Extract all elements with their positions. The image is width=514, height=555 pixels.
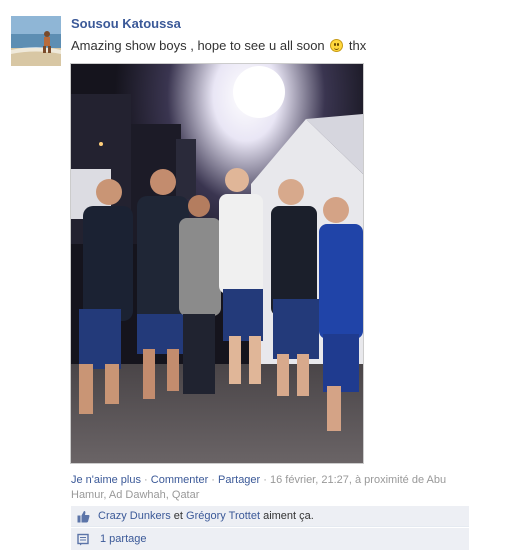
share-link[interactable]: Partager <box>218 474 260 486</box>
post-author-name[interactable]: Sousou Katoussa <box>71 16 181 31</box>
liker-link[interactable]: Crazy Dunkers <box>98 510 171 522</box>
shares-count-link[interactable]: 1 partage <box>100 528 146 550</box>
post-photo[interactable] <box>70 63 364 464</box>
likes-text: Crazy Dunkers et Grégory Trottet aiment … <box>98 506 314 526</box>
author-avatar[interactable] <box>11 16 61 66</box>
post-actions-line: Je n'aime plus · Commenter · Partager · … <box>71 473 466 503</box>
group-photo-image <box>71 64 363 463</box>
thumbs-up-icon <box>77 510 90 523</box>
comment-link[interactable]: Commenter <box>151 474 208 486</box>
separator: · <box>208 474 219 486</box>
liker-link[interactable]: Grégory Trottet <box>186 510 260 522</box>
avatar-image <box>11 16 61 66</box>
post-message-text: Amazing show boys , hope to see u all so… <box>71 38 325 53</box>
likes-summary: Crazy Dunkers et Grégory Trottet aiment … <box>71 506 469 527</box>
post-message: Amazing show boys , hope to see u all so… <box>71 38 366 53</box>
smiley-icon <box>330 39 344 52</box>
post-message-suffix: thx <box>348 38 367 53</box>
likes-conjunction: et <box>170 510 187 522</box>
unlike-link[interactable]: Je n'aime plus <box>71 474 141 486</box>
separator: · <box>140 474 151 486</box>
shares-summary: 1 partage <box>71 528 469 550</box>
likes-suffix: aiment ça. <box>260 510 314 522</box>
share-icon <box>77 533 89 546</box>
